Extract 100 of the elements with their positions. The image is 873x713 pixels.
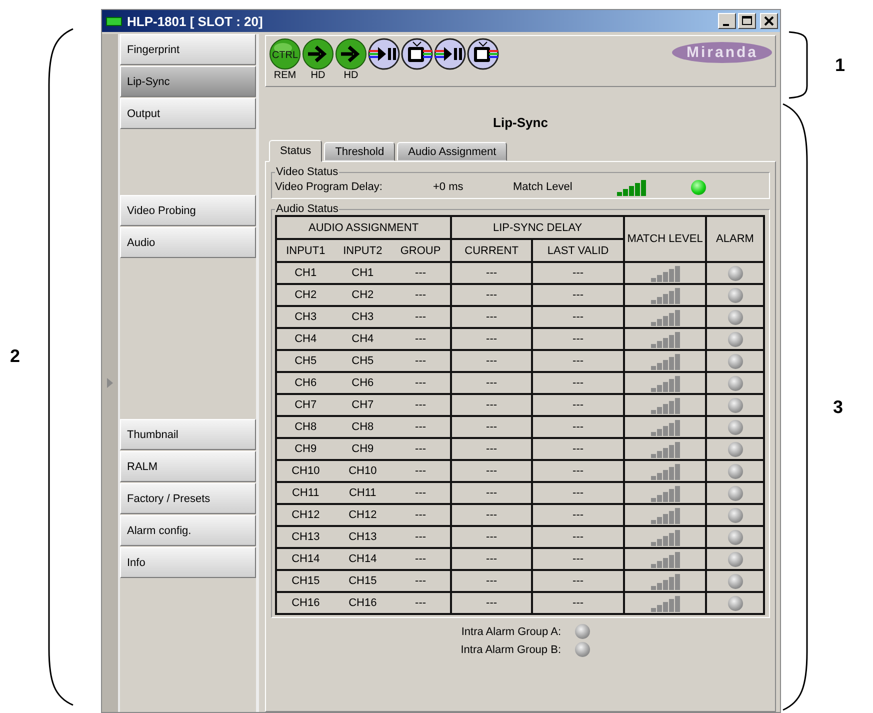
callout-number: 2: [10, 346, 22, 367]
table-cell: CH6: [334, 372, 392, 394]
table-cell: ---: [451, 328, 532, 350]
callout-number: 1: [835, 54, 846, 76]
table-cell: ---: [532, 306, 624, 328]
table-cell: CH11: [334, 482, 392, 504]
table-cell: ---: [451, 570, 532, 592]
minimize-button[interactable]: [718, 13, 736, 29]
table-cell: ---: [532, 482, 624, 504]
table-cell: ---: [451, 350, 532, 372]
table-cell: ---: [532, 592, 624, 614]
close-button[interactable]: [760, 13, 778, 29]
sidebar-item[interactable]: Info: [120, 547, 256, 578]
table-cell: CH1: [334, 262, 392, 284]
group-legend: Video Status: [275, 166, 340, 178]
close-icon: [764, 16, 774, 26]
table-cell: CH1: [276, 262, 334, 284]
table-cell: CH12: [334, 504, 392, 526]
table-cell: ---: [391, 438, 452, 460]
table-cell: ---: [391, 548, 452, 570]
monitor-icon[interactable]: [467, 38, 499, 70]
table-cell: CH7: [334, 394, 392, 416]
alarm-label: Intra Alarm Group B:: [460, 644, 561, 656]
table-cell: ---: [391, 416, 452, 438]
table-cell: CH14: [276, 548, 334, 570]
table-cell: CH9: [334, 438, 392, 460]
table-cell: CH10: [276, 460, 334, 482]
sidebar-item[interactable]: Alarm config.: [120, 515, 256, 546]
column-group-header: LIP-SYNC DELAY: [451, 216, 624, 239]
play-pause-icon[interactable]: [434, 38, 466, 70]
icon-caption: HD: [344, 70, 358, 81]
table-cell: CH11: [276, 482, 334, 504]
table-cell: ---: [391, 482, 452, 504]
table-cell: ---: [451, 504, 532, 526]
table-cell: ---: [532, 350, 624, 372]
table-cell: ---: [451, 306, 532, 328]
table-cell: ---: [532, 548, 624, 570]
logo: Miranda: [672, 42, 772, 63]
table-cell: CH10: [334, 460, 392, 482]
table-cell: ---: [391, 262, 452, 284]
table-cell: ---: [532, 438, 624, 460]
column-group-header: AUDIO ASSIGNMENT: [276, 216, 452, 239]
tab[interactable]: Status: [269, 140, 322, 162]
column-header: GROUP: [391, 239, 452, 262]
table-cell: ---: [451, 438, 532, 460]
sidebar-item[interactable]: RALM: [120, 451, 256, 482]
table-cell: CH2: [334, 284, 392, 306]
table-cell: ---: [391, 328, 452, 350]
expand-arrow-icon: [107, 378, 113, 388]
table-cell: ---: [451, 460, 532, 482]
table-cell: CH5: [334, 350, 392, 372]
table-cell: ---: [532, 570, 624, 592]
table-cell: ---: [451, 372, 532, 394]
table-cell: ---: [451, 592, 532, 614]
column-header: ALARM: [706, 216, 764, 262]
sidebar-item[interactable]: Factory / Presets: [120, 483, 256, 514]
play-pause-icon[interactable]: [368, 38, 400, 70]
table-cell: CH2: [276, 284, 334, 306]
table-cell: ---: [532, 284, 624, 306]
control-status-icon[interactable]: CTRL: [269, 38, 301, 70]
table-cell: ---: [532, 460, 624, 482]
tab[interactable]: Threshold: [324, 142, 396, 161]
icon-caption: HD: [310, 70, 326, 81]
maximize-button[interactable]: [738, 13, 756, 29]
sidebar-item[interactable]: Thumbnail: [120, 419, 256, 450]
table-cell: ---: [391, 526, 452, 548]
field-label: Match Level: [513, 181, 574, 193]
sidebar-item[interactable]: Video Probing: [120, 195, 256, 226]
window-title: HLP-1801 [ SLOT : 20]: [127, 14, 264, 28]
sidebar-item[interactable]: Output: [120, 98, 256, 129]
table-cell: ---: [532, 526, 624, 548]
table-cell: ---: [391, 306, 452, 328]
field-value: +0 ms: [433, 181, 464, 193]
sidebar-item[interactable]: Lip-Sync: [120, 66, 256, 97]
table-cell: CH13: [276, 526, 334, 548]
sidebar-item[interactable]: Audio: [120, 227, 256, 258]
table-cell: CH3: [334, 306, 392, 328]
table-cell: CH5: [276, 350, 334, 372]
table-cell: ---: [532, 394, 624, 416]
table-cell: CH8: [276, 416, 334, 438]
sidebar-item[interactable]: Fingerprint: [120, 34, 256, 65]
tab[interactable]: Audio Assignment: [397, 142, 508, 161]
column-header: INPUT1: [276, 239, 334, 262]
table-cell: CH6: [276, 372, 334, 394]
table-cell: ---: [532, 262, 624, 284]
table-cell: ---: [532, 416, 624, 438]
table-cell: ---: [451, 394, 532, 416]
table-cell: ---: [532, 328, 624, 350]
group-legend: Audio Status: [275, 203, 340, 215]
table-cell: ---: [451, 482, 532, 504]
table-cell: ---: [391, 592, 452, 614]
monitor-icon[interactable]: [401, 38, 433, 70]
table-cell: CH4: [276, 328, 334, 350]
field-label: Video Program Delay:: [275, 181, 384, 193]
table-cell: ---: [391, 504, 452, 526]
callout-number: 3: [833, 396, 844, 418]
table-cell: ---: [391, 394, 452, 416]
page-title: Lip-Sync: [492, 115, 549, 132]
table-cell: ---: [451, 416, 532, 438]
table-cell: ---: [391, 570, 452, 592]
